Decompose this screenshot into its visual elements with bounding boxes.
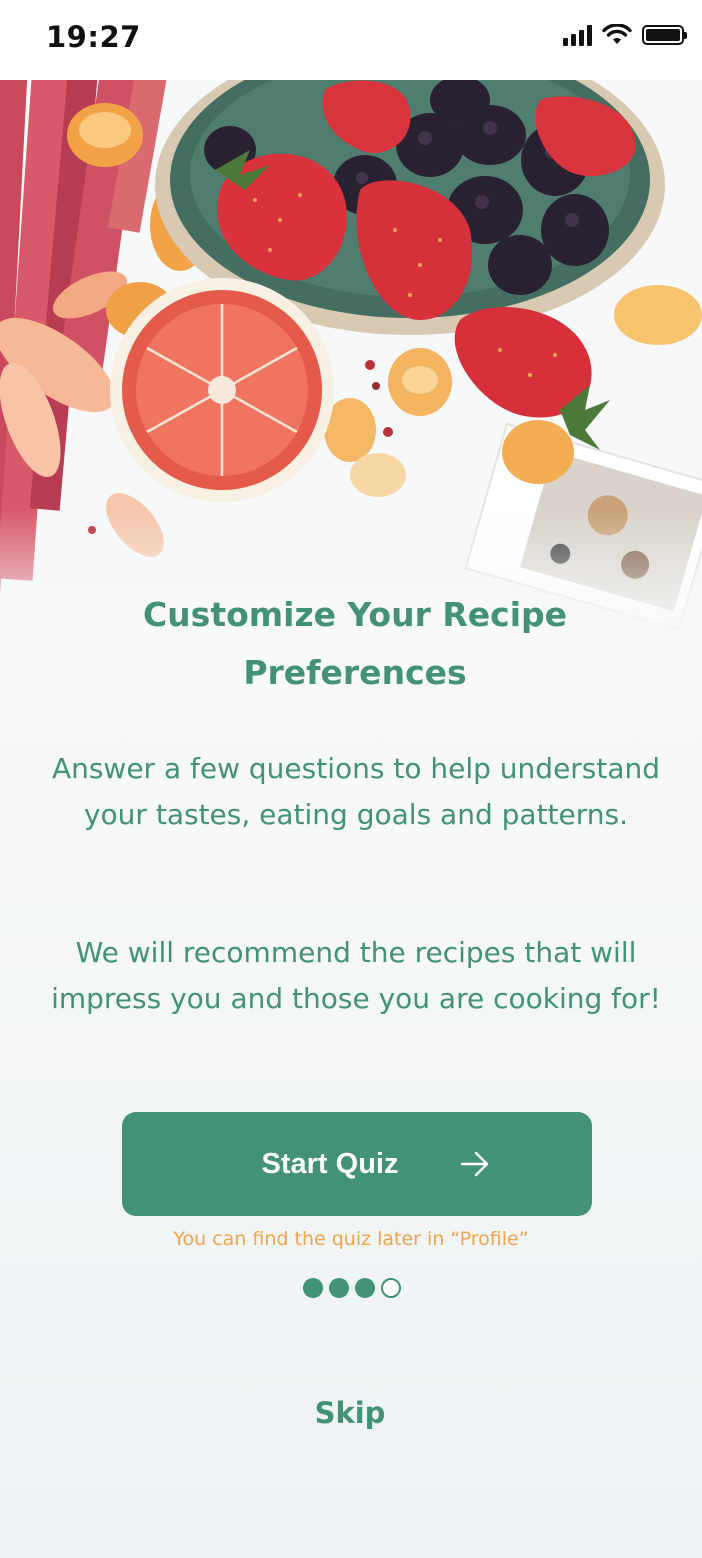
status-time: 19:27 [46,20,141,54]
arrow-right-icon [460,1151,489,1177]
status-icons [563,24,687,46]
quiz-location-hint: You can find the quiz later in “Profile” [173,1228,529,1250]
page-dot-3 [355,1278,375,1298]
status-bar: 19:27 [0,0,702,80]
page-title: Customize Your Recipe Preferences [142,595,568,692]
pagination-dots [303,1278,401,1298]
page-dot-4 [381,1278,401,1298]
hero-food-photo [0,80,702,650]
page-dot-2 [329,1278,349,1298]
start-quiz-button[interactable]: Start Quiz [122,1112,592,1216]
intro-paragraph: Answer a few questions to help understan… [51,752,661,831]
recommendation-paragraph: We will recommend the recipes that will … [51,936,661,1015]
cellular-signal-icon [563,24,592,46]
battery-icon [642,25,687,45]
page-dot-1 [303,1278,323,1298]
wifi-icon [602,24,632,44]
skip-button[interactable]: Skip [300,1396,400,1430]
onboarding-screen: 19:27 Customize Your Recipe Preferences … [0,0,702,1558]
